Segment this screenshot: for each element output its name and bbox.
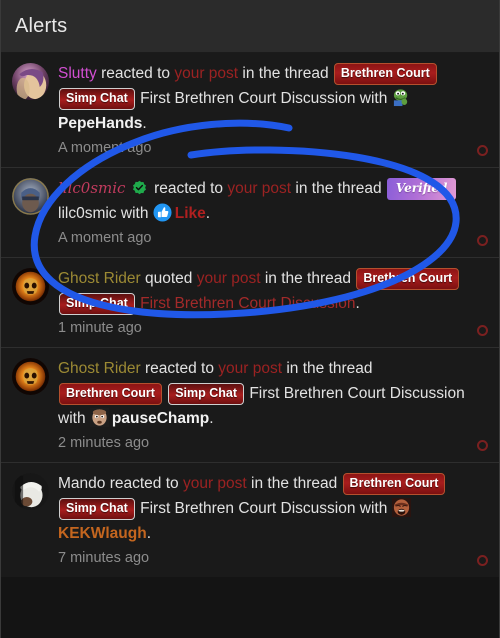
alert-username[interactable]: Mando — [58, 475, 105, 492]
badge-brethren[interactable]: Brethren Court — [356, 268, 460, 290]
pausechamp-emoji — [89, 408, 109, 427]
badge-verified[interactable]: Verified — [386, 178, 457, 200]
alert-action: reacted to — [145, 360, 214, 377]
alert-in-thread-label: in the thread — [286, 360, 373, 377]
alert-message: Ghost Rider reacted to your post in the … — [58, 356, 469, 431]
alert-action: reacted to — [101, 65, 171, 82]
alert-action: reacted to — [109, 475, 179, 492]
alert-list: Slutty reacted to your post in the threa… — [1, 53, 499, 577]
alert-row[interactable]: Mando reacted to your post in the thread… — [1, 463, 499, 577]
alert-body: lilc0smic reacted to your post in the th… — [58, 176, 487, 249]
app-header: Alerts — [1, 0, 499, 53]
alert-action: quoted — [145, 270, 193, 287]
page-title: Alerts — [15, 14, 68, 37]
badge-simp[interactable]: Simp Chat — [59, 498, 135, 520]
alert-sentence-period: . — [146, 525, 151, 542]
alert-timestamp: A moment ago — [58, 140, 152, 156]
alert-thread-title[interactable]: First Brethren Court Discussion — [140, 500, 355, 517]
alert-reaction-label: Like — [174, 205, 206, 222]
alert-sentence-period: . — [355, 295, 360, 312]
alert-sentence-period: . — [205, 205, 211, 222]
unread-indicator-icon[interactable] — [477, 555, 488, 566]
alert-reaction-label: PepeHands — [58, 115, 143, 132]
alert-message: lilc0smic reacted to your post in the th… — [58, 176, 469, 226]
alert-username[interactable]: Ghost Rider — [58, 360, 141, 377]
alert-reaction-label: KEKWlaugh — [58, 525, 147, 542]
alert-body: Mando reacted to your post in the thread… — [58, 471, 487, 569]
badge-brethren[interactable]: Brethren Court — [59, 383, 162, 405]
avatar-slutty[interactable] — [12, 63, 49, 100]
alert-thread-title[interactable]: First Brethren Court Discussion — [249, 385, 464, 402]
thumbs-up-emoji — [153, 203, 172, 222]
alert-username[interactable]: Ghost Rider — [58, 270, 141, 287]
verified-check-icon — [132, 178, 147, 195]
alert-sentence-period: . — [209, 410, 214, 427]
avatar-ghost-rider[interactable] — [12, 268, 49, 305]
alert-object-link[interactable]: your post — [174, 65, 238, 82]
alert-thread-title[interactable]: First Brethren Court Discussion — [140, 295, 355, 312]
alert-thread-title[interactable]: First Brethren Court Discussion — [140, 90, 355, 107]
alert-action: reacted to — [154, 180, 224, 197]
alert-message: Slutty reacted to your post in the threa… — [58, 61, 469, 136]
unread-indicator-icon[interactable] — [477, 145, 488, 156]
kekwlaugh-emoji — [391, 498, 411, 517]
alert-username[interactable]: Slutty — [58, 65, 97, 82]
alert-body: Slutty reacted to your post in the threa… — [58, 61, 487, 159]
avatar-mando[interactable] — [12, 473, 49, 510]
alert-in-thread-label: in the thread — [242, 65, 329, 82]
badge-brethren[interactable]: Brethren Court — [333, 63, 437, 85]
alert-row[interactable]: lilc0smic reacted to your post in the th… — [1, 168, 499, 258]
alert-message: Mando reacted to your post in the thread… — [58, 471, 469, 546]
avatar-lilc0smic[interactable] — [12, 178, 49, 215]
alert-row[interactable]: Slutty reacted to your post in the threa… — [1, 53, 499, 168]
badge-simp[interactable]: Simp Chat — [59, 293, 135, 315]
unread-indicator-icon[interactable] — [477, 235, 488, 246]
badge-simp[interactable]: Simp Chat — [168, 383, 245, 405]
badge-brethren[interactable]: Brethren Court — [342, 473, 446, 495]
alert-with-label: with — [359, 500, 388, 517]
alert-body: Ghost Rider reacted to your post in the … — [58, 356, 487, 454]
alert-object-link[interactable]: your post — [227, 180, 291, 197]
alert-username[interactable]: lilc0smic — [58, 179, 125, 197]
alert-object-link[interactable]: your post — [197, 270, 261, 287]
alert-with-label: with — [359, 90, 388, 107]
alert-with-label: with — [58, 410, 86, 427]
badge-simp[interactable]: Simp Chat — [59, 88, 135, 110]
unread-indicator-icon[interactable] — [477, 325, 488, 336]
unread-indicator-icon[interactable] — [477, 440, 488, 451]
alert-thread-title[interactable]: lilc0smic — [58, 205, 117, 222]
alert-object-link[interactable]: your post — [218, 360, 282, 377]
alerts-screen: Alerts Slutty reacted to your post in th… — [0, 0, 500, 638]
alert-timestamp: 7 minutes ago — [58, 550, 150, 566]
alert-message: Ghost Rider quoted your post in the thre… — [58, 266, 469, 316]
alert-timestamp: A moment ago — [58, 230, 152, 246]
alert-in-thread-label: in the thread — [264, 270, 352, 287]
alert-object-link[interactable]: your post — [183, 475, 247, 492]
avatar-ghost-rider[interactable] — [12, 358, 49, 395]
alert-in-thread-label: in the thread — [251, 475, 338, 492]
alert-row[interactable]: Ghost Rider quoted your post in the thre… — [1, 258, 499, 348]
alert-sentence-period: . — [142, 115, 147, 132]
alert-with-label: with — [120, 205, 149, 222]
alert-reaction-label: pauseChamp — [111, 410, 210, 427]
alert-body: Ghost Rider quoted your post in the thre… — [58, 266, 487, 339]
alert-timestamp: 1 minute ago — [58, 320, 142, 336]
pepehands-emoji — [392, 88, 411, 107]
alert-timestamp: 2 minutes ago — [58, 435, 150, 451]
alert-in-thread-label: in the thread — [295, 180, 382, 197]
alert-row[interactable]: Ghost Rider reacted to your post in the … — [1, 348, 499, 463]
